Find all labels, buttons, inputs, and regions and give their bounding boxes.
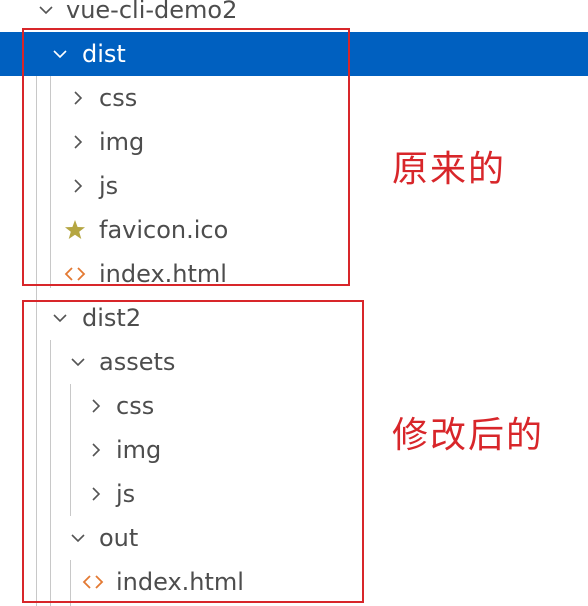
annotation-label-modified: 修改后的 — [392, 415, 545, 456]
file-explorer-tree: vue-cli-demo2 dist css img js favicon.ic… — [0, 0, 588, 606]
annotation-box-modified — [22, 300, 364, 603]
chevron-down-icon — [38, 0, 54, 20]
annotation-box-original — [22, 28, 350, 286]
annotation-label-original: 原来的 — [392, 149, 507, 190]
